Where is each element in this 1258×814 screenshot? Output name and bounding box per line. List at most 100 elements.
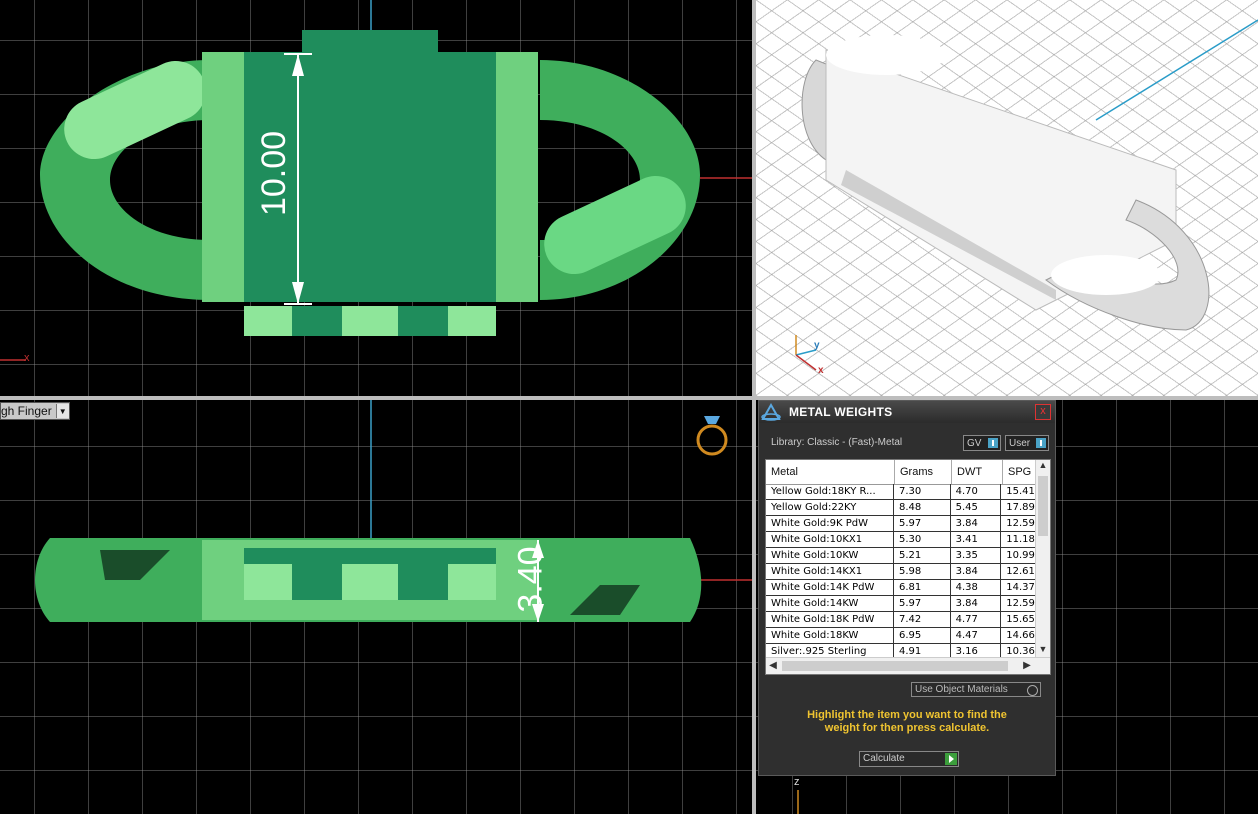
cell-grams: 8.48 [894,500,951,515]
table-row[interactable]: White Gold:9K PdW 5.97 3.84 12.59 [766,516,1037,532]
table-row[interactable]: White Gold:10KW 5.21 3.35 10.99 [766,548,1037,564]
scroll-right-icon[interactable]: ▶ [1020,658,1034,674]
viewport-perspective[interactable]: y x [756,0,1258,396]
col-grams[interactable]: Grams [895,460,952,484]
table-row[interactable]: White Gold:14K PdW 6.81 4.38 14.37 [766,580,1037,596]
cell-spg: 10.99 [1001,548,1037,563]
cell-grams: 6.95 [894,628,951,643]
scroll-thumb[interactable] [1038,476,1048,536]
table-row[interactable]: Yellow Gold:22KY 8.48 5.45 17.89 [766,500,1037,516]
cell-dwt: 3.84 [951,596,1002,611]
cell-metal: White Gold:14KW [766,596,895,611]
side-axis-z: z [794,776,800,788]
cell-grams: 5.98 [894,564,951,579]
use-object-materials-option[interactable]: Use Object Materials [911,682,1041,697]
col-metal[interactable]: Metal [766,460,895,484]
cell-dwt: 4.38 [951,580,1002,595]
user-toggle-label: User [1009,437,1031,449]
cell-grams: 7.42 [894,612,951,627]
metal-weights-panel: METAL WEIGHTS x Library: Classic - (Fast… [758,400,1056,776]
top-axis-x-label: x [24,352,30,364]
calculate-label: Calculate [863,753,905,764]
play-arrow-icon [945,753,957,765]
cell-spg: 12.59 [1001,596,1037,611]
cell-metal: White Gold:10KW [766,548,895,563]
cell-grams: 5.30 [894,532,951,547]
scroll-up-icon[interactable]: ▲ [1036,460,1050,474]
table-vertical-scrollbar[interactable]: ▲ ▼ [1035,460,1050,658]
calculate-button[interactable]: Calculate [859,751,959,767]
instruction-text-content: Highlight the item you want to find the … [807,709,1007,734]
cell-dwt: 3.84 [951,516,1002,531]
col-dwt[interactable]: DWT [952,460,1003,484]
front-view-model [35,400,752,622]
cell-dwt: 3.35 [951,548,1002,563]
col-spg[interactable]: SPG [1003,460,1038,484]
cell-spg: 11.18 [1001,532,1037,547]
cell-spg: 15.65 [1001,612,1037,627]
table-horizontal-scrollbar[interactable]: ◀ ▶ [766,657,1050,674]
table-row[interactable]: White Gold:14KX1 5.98 3.84 12.61 [766,564,1037,580]
cell-grams: 5.97 [894,516,951,531]
top-view-model [0,0,752,361]
cell-spg: 14.37 [1001,580,1037,595]
cell-metal: White Gold:9K PdW [766,516,895,531]
cell-grams: 5.21 [894,548,951,563]
cell-grams: 7.30 [894,484,951,499]
cell-dwt: 3.41 [951,532,1002,547]
panel-titlebar[interactable]: METAL WEIGHTS x [759,401,1055,423]
table-header: Metal Grams DWT SPG [766,460,1050,485]
cell-dwt: 4.77 [951,612,1002,627]
scroll-left-icon[interactable]: ◀ [766,658,780,674]
front-dimension-label: 3.40 [511,546,550,613]
toggle-switch-icon [1036,438,1046,448]
cell-dwt: 5.45 [951,500,1002,515]
cell-dwt: 4.47 [951,628,1002,643]
table-row[interactable]: White Gold:10KX1 5.30 3.41 11.18 [766,532,1037,548]
table-row[interactable]: Yellow Gold:18KY R... 7.30 4.70 15.41 [766,484,1037,500]
chevron-down-icon[interactable]: ▼ [55,404,69,418]
cell-spg: 15.41 [1001,484,1037,499]
library-label: Library: Classic - (Fast)-Metal [771,437,903,448]
finger-dropdown[interactable]: gh Finger ▼ [0,402,70,420]
viewport-front[interactable]: 3.40 gh Finger ▼ [0,400,752,814]
gv-toggle-label: GV [967,437,982,449]
cell-metal: White Gold:18K PdW [766,612,895,627]
app-logo-icon [761,402,781,421]
perspective-model [795,19,1258,371]
table-rows: Yellow Gold:18KY R... 7.30 4.70 15.41 Yellow… [766,484,1037,660]
cell-grams: 5.97 [894,596,951,611]
cell-spg: 17.89 [1001,500,1037,515]
viewport-divider-v [752,0,756,814]
table-row[interactable]: White Gold:18KW 6.95 4.47 14.66 [766,628,1037,644]
cell-spg: 12.59 [1001,516,1037,531]
cell-spg: 12.61 [1001,564,1037,579]
cell-metal: Yellow Gold:22KY [766,500,895,515]
cell-metal: White Gold:14K PdW [766,580,895,595]
table-row[interactable]: White Gold:18K PdW 7.42 4.77 15.65 [766,612,1037,628]
cell-metal: White Gold:10KX1 [766,532,895,547]
cell-metal: White Gold:14KX1 [766,564,895,579]
instruction-text: Highlight the item you want to find the … [759,709,1055,735]
scroll-down-icon[interactable]: ▼ [1036,644,1050,658]
cell-dwt: 4.70 [951,484,1002,499]
toggle-switch-icon [988,438,998,448]
metal-table[interactable]: Metal Grams DWT SPG Yellow Gold:18KY R..… [765,459,1051,675]
finger-dropdown-label: gh Finger [1,404,52,418]
gv-toggle[interactable]: GV [963,435,1001,451]
scroll-thumb-h[interactable] [782,661,1008,671]
persp-axis-x: x [818,365,824,376]
close-button[interactable]: x [1035,404,1051,420]
cell-spg: 14.66 [1001,628,1037,643]
use-object-materials-label: Use Object Materials [915,684,1008,695]
cell-metal: White Gold:18KW [766,628,895,643]
panel-title: METAL WEIGHTS [789,405,893,419]
cell-grams: 6.81 [894,580,951,595]
cell-metal: Yellow Gold:18KY R... [766,484,895,499]
viewport-top[interactable]: 10.00 x [0,0,752,396]
table-row[interactable]: White Gold:14KW 5.97 3.84 12.59 [766,596,1037,612]
radio-icon[interactable] [1027,685,1038,696]
user-toggle[interactable]: User [1005,435,1049,451]
viewport-divider-h [0,396,1258,400]
persp-axis-y: y [814,340,820,351]
